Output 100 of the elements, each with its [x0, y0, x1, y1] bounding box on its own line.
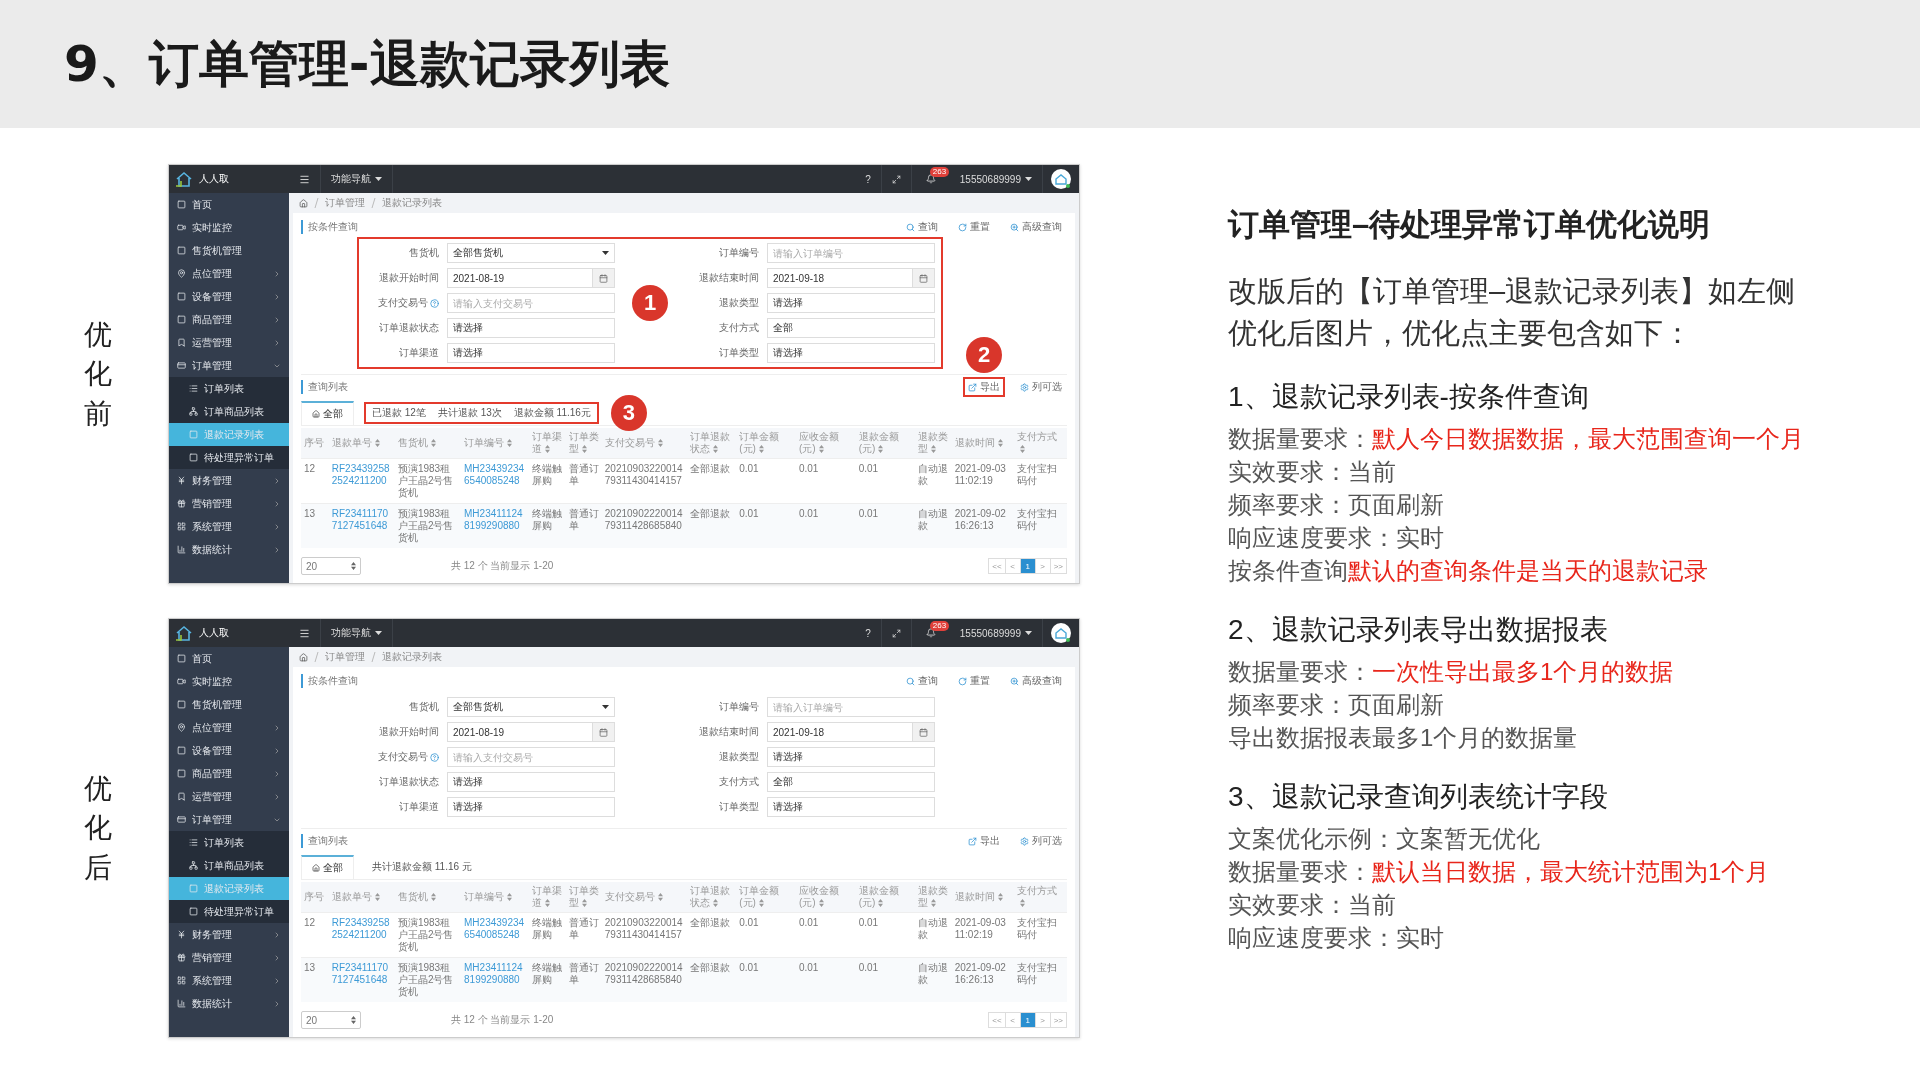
sidebar-item[interactable]: 订单商品列表	[169, 854, 289, 877]
breadcrumb-item[interactable]: 订单管理	[325, 650, 365, 664]
breadcrumb-item: 退款记录列表	[382, 650, 442, 664]
table-cell: 终端触屏购	[529, 458, 566, 504]
video-camera-icon	[177, 223, 186, 232]
input-field[interactable]: 请选择	[447, 772, 615, 792]
input-field[interactable]: 全部	[767, 318, 935, 338]
sidebar-item[interactable]: 订单管理	[169, 808, 289, 831]
fullscreen-icon[interactable]	[891, 628, 901, 638]
fullscreen-icon[interactable]	[891, 174, 901, 184]
field-label: 订单退款状态	[379, 775, 439, 789]
date-field[interactable]: 2021-09-18	[767, 268, 935, 288]
home-icon	[312, 410, 320, 418]
field-label: 支付方式	[719, 775, 759, 789]
sidebar-item[interactable]: 订单管理	[169, 354, 289, 377]
date-field[interactable]: 2021-08-19	[447, 722, 615, 742]
sidebar-item[interactable]: 数据统计	[169, 992, 289, 1015]
action-link[interactable]: 查询	[901, 217, 943, 237]
sidebar-item[interactable]: 点位管理	[169, 716, 289, 739]
bell-icon[interactable]	[925, 628, 936, 638]
input-field[interactable]: 请输入支付交易号	[447, 293, 615, 313]
table-cell: 支付宝扫码付	[1013, 503, 1067, 548]
sidebar-item[interactable]: 运营管理	[169, 331, 289, 354]
home-icon[interactable]	[299, 198, 308, 208]
table-cell: 2021-09-03 11:02:19	[951, 458, 1014, 504]
action-link[interactable]: 重置	[953, 217, 995, 237]
date-field[interactable]: 2021-08-19	[447, 268, 615, 288]
chevron-right-icon	[273, 930, 281, 939]
page-size-select[interactable]: 20	[301, 557, 361, 575]
sidebar-item[interactable]: 设备管理	[169, 285, 289, 308]
select-field[interactable]: 全部售货机	[447, 697, 615, 717]
slash-icon	[371, 198, 376, 208]
sidebar-item[interactable]: 财务管理	[169, 923, 289, 946]
page-size-select[interactable]: 20	[301, 1011, 361, 1029]
menu-icon[interactable]	[299, 173, 310, 185]
sort-icon	[758, 445, 764, 454]
sidebar-item[interactable]: 点位管理	[169, 262, 289, 285]
action-link[interactable]: 高级查询	[1005, 217, 1067, 237]
sidebar-item[interactable]: 运营管理	[169, 785, 289, 808]
tab[interactable]: 全部	[301, 401, 354, 425]
action-link[interactable]: 列可选	[1015, 831, 1067, 851]
input-field[interactable]: 请输入订单编号	[767, 243, 935, 263]
home-icon[interactable]	[299, 652, 308, 662]
select-field[interactable]: 全部售货机	[447, 243, 615, 263]
menu-icon[interactable]	[299, 627, 310, 639]
input-field[interactable]: 请选择	[767, 747, 935, 767]
table-cell: 2021090222001479311428685840	[601, 957, 688, 1002]
sidebar-item[interactable]: 待处理异常订单	[169, 446, 289, 469]
sidebar-item[interactable]: 系统管理	[169, 969, 289, 992]
sidebar-item[interactable]: 售货机管理	[169, 693, 289, 716]
input-field[interactable]: 请选择	[447, 343, 615, 363]
table-cell: 普通订单	[565, 912, 602, 958]
sidebar-item[interactable]: 财务管理	[169, 469, 289, 492]
sidebar-item[interactable]: 订单商品列表	[169, 400, 289, 423]
table-cell: 普通订单	[565, 503, 602, 548]
sidebar-item[interactable]: 首页	[169, 193, 289, 216]
input-field[interactable]: 请输入订单编号	[767, 697, 935, 717]
sort-icon	[818, 445, 824, 454]
sidebar-item[interactable]: 数据统计	[169, 538, 289, 561]
version-label: 优化后	[84, 772, 112, 885]
sidebar-item[interactable]: 设备管理	[169, 739, 289, 762]
sidebar-item[interactable]: 订单列表	[169, 377, 289, 400]
bell-icon[interactable]	[925, 174, 936, 184]
input-field[interactable]: 请选择	[767, 797, 935, 817]
card-icon	[177, 361, 186, 370]
sidebar-item[interactable]: 实时监控	[169, 216, 289, 239]
sidebar-item[interactable]: 首页	[169, 647, 289, 670]
input-field[interactable]: 请选择	[447, 318, 615, 338]
list-icon	[189, 838, 198, 847]
stepper-icon	[351, 1016, 356, 1024]
action-link[interactable]: 高级查询	[1005, 671, 1067, 691]
input-field[interactable]: 请选择	[767, 293, 935, 313]
sidebar-item[interactable]: 营销管理	[169, 946, 289, 969]
sidebar-item[interactable]: 订单列表	[169, 831, 289, 854]
sidebar-item[interactable]: 实时监控	[169, 670, 289, 693]
sort-icon	[430, 439, 436, 448]
sidebar-item[interactable]: 待处理异常订单	[169, 900, 289, 923]
table-cell: 0.01	[855, 458, 916, 504]
export-icon	[968, 836, 977, 846]
tab[interactable]: 全部	[301, 855, 354, 879]
square-icon	[189, 453, 198, 462]
input-field[interactable]: 请选择	[447, 797, 615, 817]
yen-icon	[177, 930, 186, 939]
sidebar-item[interactable]: 商品管理	[169, 308, 289, 331]
brand-name: 人人取	[199, 172, 229, 186]
date-field[interactable]: 2021-09-18	[767, 722, 935, 742]
section-title: 查询列表	[301, 834, 348, 848]
action-link[interactable]: 导出	[963, 831, 1005, 851]
input-field[interactable]: 请输入支付交易号	[447, 747, 615, 767]
table-cell: 2021090322001479311430414157	[601, 458, 688, 504]
input-field[interactable]: 全部	[767, 772, 935, 792]
action-link[interactable]: 查询	[901, 671, 943, 691]
action-link[interactable]: 重置	[953, 671, 995, 691]
sidebar-item[interactable]: 售货机管理	[169, 239, 289, 262]
breadcrumb-item[interactable]: 订单管理	[325, 196, 365, 210]
input-field[interactable]: 请选择	[767, 343, 935, 363]
sidebar-item[interactable]: 系统管理	[169, 515, 289, 538]
sidebar-item[interactable]: 营销管理	[169, 492, 289, 515]
action-link[interactable]: 列可选	[1015, 377, 1067, 397]
sidebar-item[interactable]: 商品管理	[169, 762, 289, 785]
